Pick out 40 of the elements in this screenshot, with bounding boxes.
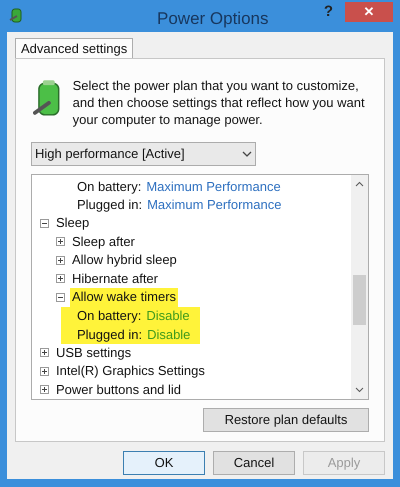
restore-defaults-button[interactable]: Restore plan defaults (203, 408, 369, 432)
tree-item[interactable]: Sleep after (70, 232, 137, 251)
expand-icon[interactable] (40, 385, 49, 394)
collapse-icon[interactable] (56, 292, 65, 302)
intro-text: Select the power plan that you want to customize, and then choose settings that reflect how you want your computer to manage power. (72, 77, 366, 128)
scroll-thumb[interactable] (353, 275, 366, 325)
tree-item[interactable]: Allow hybrid sleep (70, 251, 179, 270)
expand-icon[interactable] (56, 237, 65, 246)
plan-dropdown[interactable]: High performance [Active] (31, 142, 256, 166)
help-button[interactable]: ? (324, 0, 333, 24)
collapse-icon[interactable] (40, 218, 49, 228)
tree-item[interactable]: Hibernate after (70, 270, 160, 288)
tree-item[interactable]: USB settings (54, 344, 134, 362)
tree-item[interactable]: Sleep (54, 214, 92, 232)
chevron-down-icon (242, 151, 252, 157)
close-button[interactable]: ✕ (345, 2, 393, 22)
setting-row[interactable]: On battery: Maximum Performance (61, 177, 291, 196)
tree-item[interactable]: Power buttons and lid (54, 380, 184, 399)
setting-label: On battery: (77, 178, 142, 196)
expand-icon[interactable] (56, 256, 65, 265)
dialog-button[interactable]: Cancel (213, 451, 295, 475)
dialog-button[interactable]: OK (123, 451, 205, 475)
tab[interactable]: Advanced settings (15, 38, 134, 58)
expand-icon[interactable] (40, 348, 49, 358)
scrollbar[interactable] (351, 175, 368, 399)
setting-row[interactable]: Plugged in: Maximum Performance (61, 196, 292, 214)
setting-label: On battery: (77, 307, 142, 325)
setting-value[interactable]: Maximum Performance (147, 195, 282, 214)
scroll-down-icon[interactable] (355, 387, 364, 393)
setting-row[interactable]: On battery: Disable (61, 306, 200, 325)
expand-icon[interactable] (56, 274, 65, 284)
setting-label: Plugged in: (77, 196, 142, 214)
setting-label: Plugged in: (77, 326, 142, 344)
scroll-up-icon[interactable] (355, 181, 364, 187)
setting-value[interactable]: Maximum Performance (146, 176, 281, 196)
expand-icon[interactable] (40, 366, 49, 376)
setting-row[interactable]: Plugged in: Disable (61, 325, 200, 344)
tree-item[interactable]: Allow wake timers (70, 288, 178, 306)
window-title: Power Options (157, 8, 268, 30)
tree-item[interactable]: Intel(R) Graphics Settings (54, 362, 207, 380)
